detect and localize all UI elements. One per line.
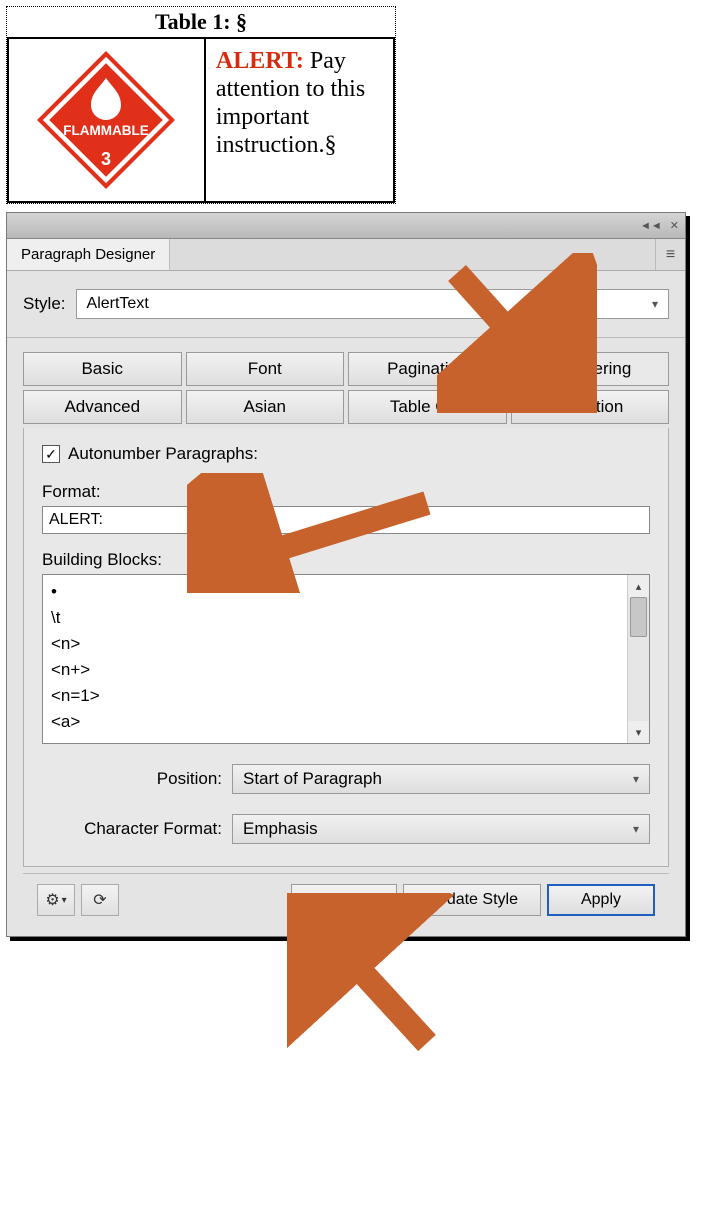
position-label: Position:: [42, 769, 222, 789]
refresh-button[interactable]: ⟳: [81, 884, 119, 916]
chevron-down-icon: ▾: [633, 772, 639, 786]
tab-asian[interactable]: Asian: [186, 390, 345, 424]
panel-footer: ⚙▾ ⟳ Rename Update Style Apply: [23, 873, 669, 926]
format-label: Format:: [42, 482, 650, 502]
tab-numbering[interactable]: Numbering: [511, 352, 670, 386]
scroll-down-icon[interactable]: ▾: [628, 721, 649, 743]
style-value: AlertText: [87, 295, 149, 313]
autonumber-label: Autonumber Paragraphs:: [68, 444, 258, 464]
property-tabs: Basic Font Pagination Numbering Advanced…: [23, 352, 669, 424]
alert-text-cell: ALERT: Pay attention to this important i…: [206, 39, 393, 201]
tab-pagination[interactable]: Pagination: [348, 352, 507, 386]
chevron-down-icon: ▾: [652, 297, 658, 311]
scroll-up-icon[interactable]: ▴: [628, 575, 649, 597]
panel-menu-icon[interactable]: ≡: [655, 239, 685, 270]
apply-button[interactable]: Apply: [547, 884, 655, 916]
autonumber-checkbox[interactable]: ✓: [42, 445, 60, 463]
panel-titlebar: ◄◄ ✕: [7, 213, 685, 239]
listbox-scrollbar[interactable]: ▴ ▾: [627, 575, 649, 743]
character-format-select[interactable]: Emphasis ▾: [232, 814, 650, 844]
position-select[interactable]: Start of Paragraph ▾: [232, 764, 650, 794]
list-item[interactable]: <a>: [51, 709, 619, 735]
tab-font[interactable]: Font: [186, 352, 345, 386]
svg-text:FLAMMABLE: FLAMMABLE: [64, 123, 149, 138]
svg-text:3: 3: [101, 149, 111, 169]
settings-button[interactable]: ⚙▾: [37, 884, 75, 916]
scroll-thumb[interactable]: [630, 597, 647, 637]
list-item[interactable]: •: [51, 579, 619, 605]
list-item[interactable]: <n>: [51, 631, 619, 657]
character-format-value: Emphasis: [243, 819, 318, 839]
building-blocks-items: • \t <n> <n+> <n=1> <a>: [43, 575, 627, 743]
paragraph-designer-panel: ◄◄ ✕ Paragraph Designer ≡ Style: AlertTe…: [6, 212, 686, 937]
numbering-pane: ✓ Autonumber Paragraphs: Format: Buildin…: [23, 428, 669, 867]
building-blocks-list[interactable]: • \t <n> <n+> <n=1> <a> ▴ ▾: [42, 574, 650, 744]
collapse-icon[interactable]: ◄◄: [640, 220, 662, 232]
tab-direction[interactable]: Direction: [511, 390, 670, 424]
tab-basic[interactable]: Basic: [23, 352, 182, 386]
alert-table: FLAMMABLE 3 ALERT: Pay attention to this…: [7, 37, 395, 203]
flammable-placard-icon: FLAMMABLE 3: [31, 45, 181, 195]
list-item[interactable]: <n=1>: [51, 683, 619, 709]
panel-tab-strip: Paragraph Designer ≡: [7, 239, 685, 271]
list-item[interactable]: \t: [51, 605, 619, 631]
format-input[interactable]: [42, 506, 650, 534]
table-title: Table 1: §: [7, 7, 395, 37]
chevron-down-icon: ▾: [62, 895, 67, 906]
style-select[interactable]: AlertText ▾: [76, 289, 669, 319]
rename-button[interactable]: Rename: [291, 884, 397, 916]
gear-icon: ⚙: [45, 890, 59, 910]
tab-table-cell[interactable]: Table Cell: [348, 390, 507, 424]
list-item[interactable]: <n+>: [51, 657, 619, 683]
character-format-label: Character Format:: [42, 819, 222, 839]
position-value: Start of Paragraph: [243, 769, 382, 789]
building-blocks-label: Building Blocks:: [42, 550, 650, 570]
document-preview: Table 1: § FLAMMABLE 3 ALERT: Pay attent…: [6, 6, 396, 204]
close-icon[interactable]: ✕: [670, 219, 679, 232]
hazard-image-cell: FLAMMABLE 3: [9, 39, 206, 201]
refresh-icon: ⟳: [93, 890, 106, 910]
chevron-down-icon: ▾: [633, 822, 639, 836]
tab-paragraph-designer[interactable]: Paragraph Designer: [7, 239, 170, 270]
style-label: Style:: [23, 294, 66, 314]
tab-advanced[interactable]: Advanced: [23, 390, 182, 424]
alert-prefix: ALERT:: [216, 48, 304, 74]
update-style-button[interactable]: Update Style: [403, 884, 541, 916]
